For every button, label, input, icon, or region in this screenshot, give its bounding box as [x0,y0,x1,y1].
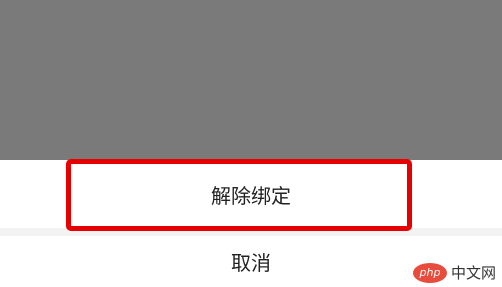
cancel-label: 取消 [231,251,271,275]
watermark: php 中文网 [412,262,496,283]
divider [0,228,502,236]
php-logo-icon: php [412,262,447,283]
unbind-label: 解除绑定 [211,183,291,208]
dimmed-overlay[interactable] [0,0,502,160]
unbind-button[interactable]: 解除绑定 [0,160,502,228]
watermark-site-text: 中文网 [450,264,496,282]
screen: 解除绑定 取消 php 中文网 [0,0,502,287]
